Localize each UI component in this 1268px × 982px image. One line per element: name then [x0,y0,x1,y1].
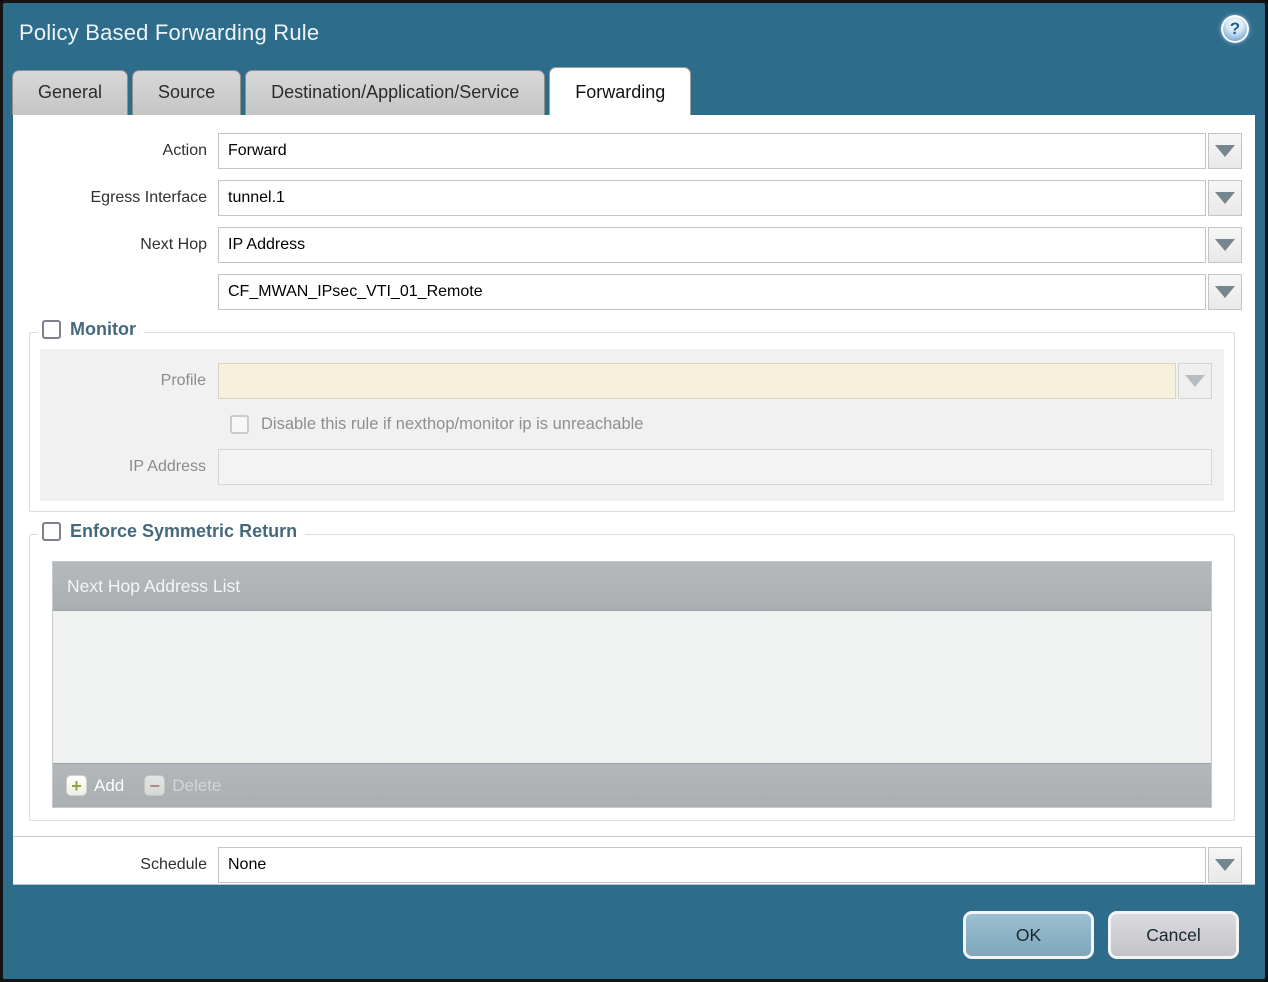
schedule-divider [13,836,1255,837]
egress-interface-value[interactable]: tunnel.1 [218,180,1206,216]
tab-destination-application-service[interactable]: Destination/Application/Service [245,70,546,115]
schedule-row: Schedule None [13,847,1242,883]
dialog-footer: OK Cancel [3,885,1265,979]
next-hop-address-list-body [53,611,1211,763]
dialog-titlebar: Policy Based Forwarding Rule ? [3,3,1265,63]
delete-button: − Delete [144,775,221,796]
next-hop-address-value[interactable]: CF_MWAN_IPsec_VTI_01_Remote [218,274,1206,310]
tab-forwarding[interactable]: Forwarding [549,67,692,115]
help-icon[interactable]: ? [1221,15,1249,43]
next-hop-type-dropdown-arrow[interactable] [1208,227,1242,263]
chevron-down-icon [1215,286,1235,298]
profile-row: Profile [40,363,1212,399]
next-hop-address-row: CF_MWAN_IPsec_VTI_01_Remote [13,274,1242,310]
egress-interface-label: Egress Interface [90,189,208,206]
monitor-ip-address-label: IP Address [128,458,206,475]
next-hop-type-select[interactable]: IP Address [218,227,1242,263]
chevron-down-icon [1215,239,1235,251]
schedule-select[interactable]: None [218,847,1242,883]
symmetric-return-checkbox[interactable] [42,522,61,541]
delete-button-label: Delete [172,775,222,795]
symmetric-return-title: Enforce Symmetric Return [70,521,298,541]
egress-interface-select[interactable]: tunnel.1 [218,180,1242,216]
next-hop-row: Next Hop IP Address [13,227,1242,263]
tab-bar: General Source Destination/Application/S… [3,63,1265,115]
profile-label: Profile [160,372,206,389]
dialog-title: Policy Based Forwarding Rule [19,20,320,45]
profile-value [218,363,1176,399]
plus-icon: + [66,775,87,796]
next-hop-type-value[interactable]: IP Address [218,227,1206,263]
profile-select [218,363,1212,399]
schedule-value[interactable]: None [218,847,1206,883]
disable-rule-row: Disable this rule if nexthop/monitor ip … [230,415,1224,434]
chevron-down-icon [1215,859,1235,871]
monitor-ip-address-field-wrap [218,449,1212,485]
monitor-ip-address-input [218,449,1212,485]
minus-icon: − [144,775,166,796]
add-button-label: Add [94,775,125,795]
monitor-title: Monitor [70,319,136,339]
action-dropdown-arrow[interactable] [1208,133,1242,169]
action-select[interactable]: Forward [218,133,1242,169]
disable-rule-checkbox [230,415,249,434]
action-value[interactable]: Forward [218,133,1206,169]
chevron-down-icon [1185,375,1205,387]
next-hop-label: Next Hop [140,236,207,253]
tab-general[interactable]: General [12,70,129,115]
tab-source[interactable]: Source [132,70,242,115]
policy-based-forwarding-dialog: Policy Based Forwarding Rule ? General S… [0,0,1268,982]
action-row: Action Forward [13,133,1242,169]
monitor-panel: Profile Disable this rule if nexthop/mon… [40,349,1224,501]
symmetric-return-fieldset: Enforce Symmetric Return Next Hop Addres… [29,521,1235,821]
next-hop-address-list-toolbar: + Add − Delete [53,763,1211,807]
add-button[interactable]: + Add [66,775,124,796]
schedule-dropdown-arrow[interactable] [1208,847,1242,883]
next-hop-address-list-table: Next Hop Address List + Add − Delete [52,561,1212,808]
egress-interface-dropdown-arrow[interactable] [1208,180,1242,216]
cancel-button[interactable]: Cancel [1108,911,1239,959]
monitor-legend: Monitor [38,319,144,340]
chevron-down-icon [1215,192,1235,204]
monitor-fieldset: Monitor Profile Disable this rule if nex… [29,319,1235,512]
egress-interface-row: Egress Interface tunnel.1 [13,180,1242,216]
next-hop-address-select[interactable]: CF_MWAN_IPsec_VTI_01_Remote [218,274,1242,310]
profile-dropdown-arrow [1178,363,1212,399]
forwarding-tab-panel: Action Forward Egress Interface tunnel.1… [13,115,1255,885]
action-label: Action [162,142,207,159]
next-hop-address-list-header: Next Hop Address List [53,562,1211,611]
disable-rule-label: Disable this rule if nexthop/monitor ip … [261,415,644,433]
chevron-down-icon [1215,145,1235,157]
schedule-label: Schedule [140,856,207,873]
ok-button[interactable]: OK [963,911,1094,959]
monitor-checkbox[interactable] [42,320,61,339]
symmetric-return-legend: Enforce Symmetric Return [38,521,306,542]
next-hop-address-dropdown-arrow[interactable] [1208,274,1242,310]
monitor-ip-address-row: IP Address [40,449,1212,485]
